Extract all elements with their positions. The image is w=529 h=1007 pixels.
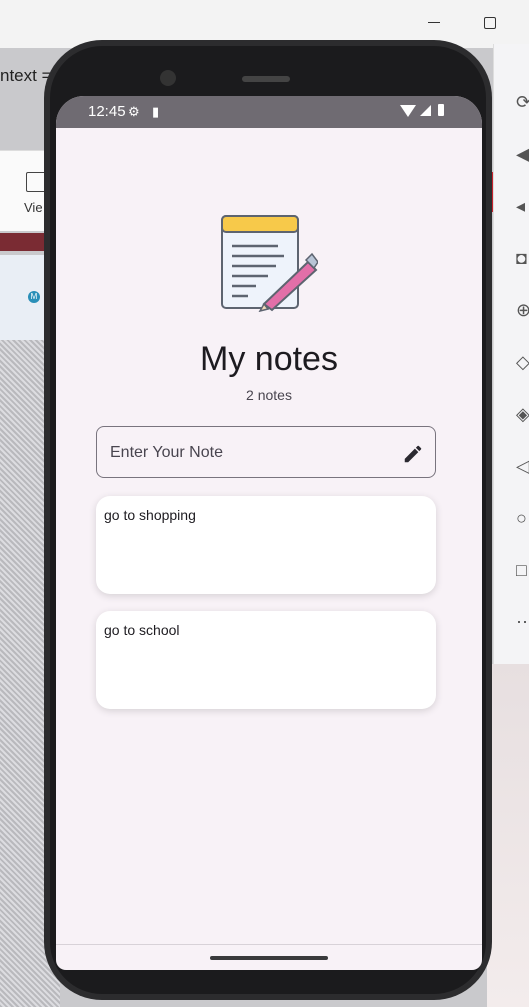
volume-up-icon[interactable]: ◀ [516, 144, 529, 164]
note-card[interactable]: go to school [96, 611, 436, 709]
phone-screen: 12:45 ⚙ ▮ My notes 2 notes go to shoppin… [56, 96, 482, 970]
status-bar: 12:45 ⚙ ▮ [56, 96, 482, 128]
note-text: go to school [104, 622, 180, 638]
page-title: My notes [200, 340, 338, 378]
rotate-right-icon[interactable]: ◈ [516, 404, 529, 424]
volume-down-icon[interactable]: ◂ [516, 196, 525, 216]
power-icon[interactable]: ⟳ [516, 92, 529, 112]
more-icon[interactable]: ⋯ [516, 612, 529, 632]
rotate-left-icon[interactable]: ◇ [516, 352, 529, 372]
camera-icon[interactable]: ◘ [516, 248, 527, 268]
status-time: 12:45 [88, 103, 126, 120]
host-context-text: ntext = [0, 66, 52, 85]
note-input[interactable] [108, 427, 392, 479]
back-icon[interactable]: ◁ [516, 456, 529, 476]
sd-card-icon: ▮ [152, 104, 160, 119]
front-camera [160, 70, 176, 86]
note-card[interactable]: go to shopping [96, 496, 436, 594]
settings-icon: ⚙ [128, 104, 140, 119]
overview-icon[interactable]: □ [516, 560, 527, 580]
gesture-navigation-bar[interactable] [210, 956, 328, 960]
host-background-lower [487, 664, 529, 1007]
note-input-field[interactable] [96, 426, 436, 479]
notepad-icon [221, 215, 318, 312]
home-icon[interactable]: ○ [516, 508, 527, 528]
minimize-icon[interactable] [428, 22, 440, 23]
battery-icon [438, 104, 444, 116]
navigation-divider [56, 944, 482, 945]
host-ribbon-label[interactable]: Vie [24, 200, 43, 215]
zoom-icon[interactable]: ⊕ [516, 300, 529, 320]
note-text: go to shopping [104, 507, 196, 523]
emulator-toolbar: ⟳ ◀ ◂ ◘ ⊕ ◇ ◈ ◁ ○ □ ⋯ [493, 44, 529, 664]
grid-view-icon[interactable] [26, 172, 46, 192]
maximize-icon[interactable] [484, 17, 496, 29]
wifi-icon [400, 105, 416, 117]
signal-icon [420, 105, 431, 116]
note-count: 2 notes [246, 387, 292, 403]
avatar[interactable]: M [28, 291, 40, 303]
earpiece-speaker [242, 76, 290, 82]
pencil-icon[interactable] [402, 443, 424, 465]
